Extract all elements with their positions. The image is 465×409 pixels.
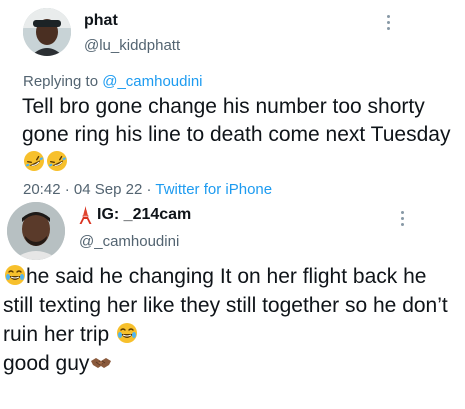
display-name[interactable]: IG: _214cam (97, 206, 191, 224)
tweet-text-content: Tell bro gone change his number too shor… (22, 95, 451, 146)
tweet-text: he said he changing It on her flight bac… (3, 262, 458, 378)
avatar[interactable] (7, 202, 65, 260)
more-options-icon[interactable] (386, 15, 390, 31)
replying-to-label: Replying to (23, 73, 99, 90)
tears-of-joy-emoji (4, 264, 26, 286)
avatar[interactable] (23, 8, 71, 56)
tweet-reply[interactable]: phat @lu_kiddphatt Replying to @_camhoud… (0, 0, 465, 200)
name-row[interactable]: IG: _214cam (78, 206, 191, 224)
more-options-icon[interactable] (400, 211, 404, 227)
avatar-image (7, 202, 65, 260)
user-handle[interactable]: @lu_kiddphatt (84, 37, 180, 54)
replying-to-mention-link[interactable]: @_camhoudini (102, 73, 202, 90)
rolling-on-floor-laughing-emoji (46, 150, 68, 172)
tweet-text-ending: good guy (3, 352, 90, 375)
rolling-on-floor-laughing-emoji (23, 150, 45, 172)
tweet-text: Tell bro gone change his number too shor… (22, 93, 452, 177)
display-name[interactable]: phat (84, 12, 118, 30)
tweet-text-content: he said he changing It on her flight bac… (3, 265, 448, 346)
replying-to-line: Replying to @_camhoudini (23, 73, 203, 90)
avatar-image (23, 8, 71, 56)
user-handle[interactable]: @_camhoudini (79, 233, 179, 250)
handshake-emoji (90, 351, 112, 373)
tokyo-tower-icon (78, 206, 93, 224)
tears-of-joy-emoji (116, 322, 138, 344)
